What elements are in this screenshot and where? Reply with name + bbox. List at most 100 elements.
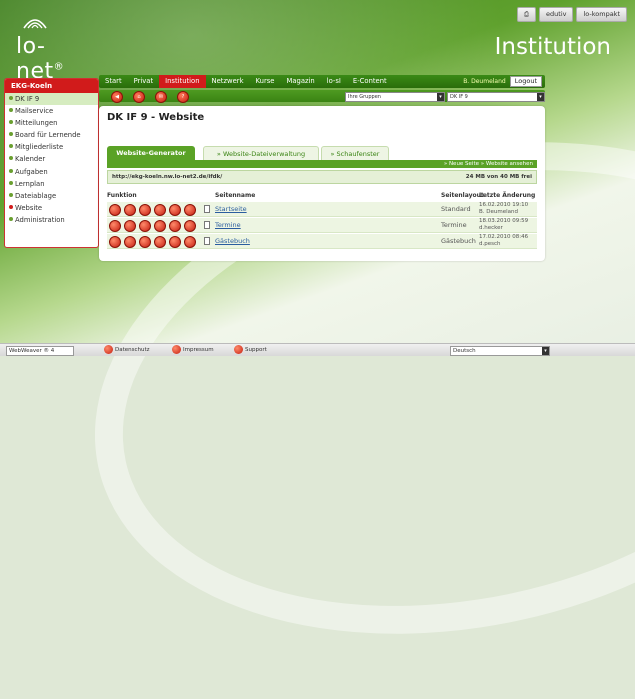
actions-bar[interactable]: » Neue Seite » Website ansehen: [107, 160, 537, 168]
nav-e-content[interactable]: E-Content: [347, 75, 393, 88]
tab-schaufenster[interactable]: » Schaufenster: [321, 146, 389, 161]
nav-netzwerk[interactable]: Netzwerk: [206, 75, 250, 88]
impressum-link[interactable]: Impressum: [172, 345, 214, 354]
sidebar-item-dateiablage[interactable]: Dateiablage: [5, 190, 98, 202]
privacy-icon: [104, 345, 113, 354]
sidebar-item-dk-if-9[interactable]: DK IF 9: [5, 93, 98, 106]
help-icon[interactable]: ?: [177, 91, 189, 103]
footer-bar: WebWeaver ® 4 Datenschutz Impressum Supp…: [0, 343, 635, 356]
page-link-termine[interactable]: Termine: [215, 221, 241, 229]
last-change: 18.03.2010 09:59 d.hecker: [479, 218, 529, 231]
datenschutz-link[interactable]: Datenschutz: [104, 345, 150, 354]
document-icon: [204, 221, 210, 229]
col-letzte-aenderung: Letzte Änderung: [479, 192, 536, 199]
nav-start[interactable]: Start: [99, 75, 128, 88]
chevron-down-icon: ▾: [542, 346, 549, 355]
table-row: Gästebuch Gästebuch 17.02.2010 08:46 d.pe…: [107, 234, 537, 249]
bullet-icon: [9, 144, 13, 149]
sidebar-item-mitteilungen[interactable]: Mitteilungen: [5, 117, 98, 129]
bullet-icon: [9, 96, 13, 100]
settings-icon[interactable]: [169, 204, 181, 216]
delete-icon[interactable]: [184, 236, 196, 248]
move-icon[interactable]: [109, 236, 121, 248]
sidebar-item-website[interactable]: Website: [5, 202, 98, 214]
down-icon[interactable]: [154, 220, 166, 232]
wave-icon: [23, 19, 47, 29]
up-icon[interactable]: [139, 204, 151, 216]
bullet-icon: [9, 156, 13, 161]
move-icon[interactable]: [109, 220, 121, 232]
down-icon[interactable]: [154, 236, 166, 248]
settings-icon[interactable]: [169, 220, 181, 232]
sidebar-item-mitgliederliste[interactable]: Mitgliederliste: [5, 141, 98, 153]
bullet-icon: [9, 204, 13, 209]
sidebar-item-kalender[interactable]: Kalender: [5, 153, 98, 165]
edit-icon[interactable]: [124, 220, 136, 232]
course-select[interactable]: DK IF 9 ▾: [447, 91, 545, 102]
col-funktion: Funktion: [107, 192, 137, 199]
sidebar-item-mailservice[interactable]: Mailservice: [5, 105, 98, 117]
edutiv-button[interactable]: edutiv: [539, 7, 574, 22]
home-icon[interactable]: ⌂: [133, 91, 145, 103]
sidebar: EKG-Koeln DK IF 9 Mailservice Mitteilung…: [4, 78, 99, 248]
info-icon: [172, 345, 181, 354]
page-link-gaestebuch[interactable]: Gästebuch: [215, 237, 250, 245]
website-url-bar: http://ekg-koeln.nw.lo-net2.de/ifdk/ 24 …: [107, 170, 537, 184]
logo-mark: ®: [53, 61, 65, 73]
language-select[interactable]: Deutsch ▾: [450, 345, 550, 356]
sidebar-item-administration[interactable]: Administration: [5, 214, 98, 226]
move-icon[interactable]: [109, 204, 121, 216]
nav-privat[interactable]: Privat: [128, 75, 160, 88]
page-link-startseite[interactable]: Startseite: [215, 205, 247, 213]
delete-icon[interactable]: [184, 204, 196, 216]
chevron-down-icon: ▾: [537, 92, 544, 101]
sidebar-item-lernplan[interactable]: Lernplan: [5, 178, 98, 190]
chevron-down-icon: ▾: [437, 92, 444, 101]
document-icon: [204, 205, 210, 213]
bullet-icon: [9, 120, 13, 125]
current-user: B. Deumeland: [463, 78, 506, 85]
print-button[interactable]: ⎙: [516, 7, 537, 22]
website-url[interactable]: http://ekg-koeln.nw.lo-net2.de/ifdk/: [112, 171, 222, 183]
sidebar-item-aufgaben[interactable]: Aufgaben: [5, 166, 98, 178]
last-change: 16.02.2010 19:10 B. Deumeland: [479, 202, 529, 215]
page-layout: Standard: [441, 205, 471, 213]
tab-website-generator[interactable]: Website-Generator: [107, 146, 195, 160]
bullet-icon: [9, 180, 13, 185]
delete-icon[interactable]: [184, 220, 196, 232]
page-layout: Gästebuch: [441, 237, 476, 245]
page-layout: Termine: [441, 221, 467, 229]
lo-kompakt-button[interactable]: lo-kompakt: [576, 7, 627, 22]
top-buttons: ⎙ edutiv lo-kompakt: [516, 7, 627, 22]
table-row: Startseite Standard 16.02.2010 19:10 B. D…: [107, 202, 537, 217]
back-icon[interactable]: ◀: [111, 91, 123, 103]
group-select[interactable]: Ihre Gruppen ▾: [345, 91, 445, 102]
sub-toolbar: ◀ ⌂ ✉ ? Ihre Gruppen ▾ DK IF 9 ▾: [99, 90, 545, 103]
table-row: Termine Termine 18.03.2010 09:59 d.hecker: [107, 218, 537, 233]
up-icon[interactable]: [139, 220, 151, 232]
document-icon: [204, 237, 210, 245]
nav-lo-sl[interactable]: lo-sI: [321, 75, 347, 88]
tab-website-dateiverwaltung[interactable]: » Website-Dateiverwaltung: [203, 146, 319, 161]
up-icon[interactable]: [139, 236, 151, 248]
sidebar-item-board[interactable]: Board für Lernende: [5, 129, 98, 141]
table-header: Funktion Seitenname Seitenlayout Letzte …: [107, 192, 537, 201]
nav-institution[interactable]: Institution: [159, 75, 206, 88]
settings-icon[interactable]: [169, 236, 181, 248]
edit-icon[interactable]: [124, 204, 136, 216]
sidebar-title: EKG-Koeln: [5, 79, 98, 93]
down-icon[interactable]: [154, 204, 166, 216]
support-link[interactable]: Support: [234, 345, 267, 354]
logout-button[interactable]: Logout: [509, 76, 542, 87]
main-panel: DK IF 9 - Website Website-Generator » We…: [99, 106, 545, 261]
edit-icon[interactable]: [124, 236, 136, 248]
main-nav: Start Privat Institution Netzwerk Kurse …: [99, 75, 545, 88]
storage-info: 24 MB von 40 MB frei: [465, 174, 532, 180]
mail-icon[interactable]: ✉: [155, 91, 167, 103]
last-change: 17.02.2010 08:46 d.pesch: [479, 234, 529, 247]
version-label: WebWeaver ® 4: [6, 345, 74, 356]
nav-kurse[interactable]: Kurse: [250, 75, 281, 88]
support-icon: [234, 345, 243, 354]
bullet-icon: [9, 168, 13, 173]
nav-magazin[interactable]: Magazin: [280, 75, 320, 88]
